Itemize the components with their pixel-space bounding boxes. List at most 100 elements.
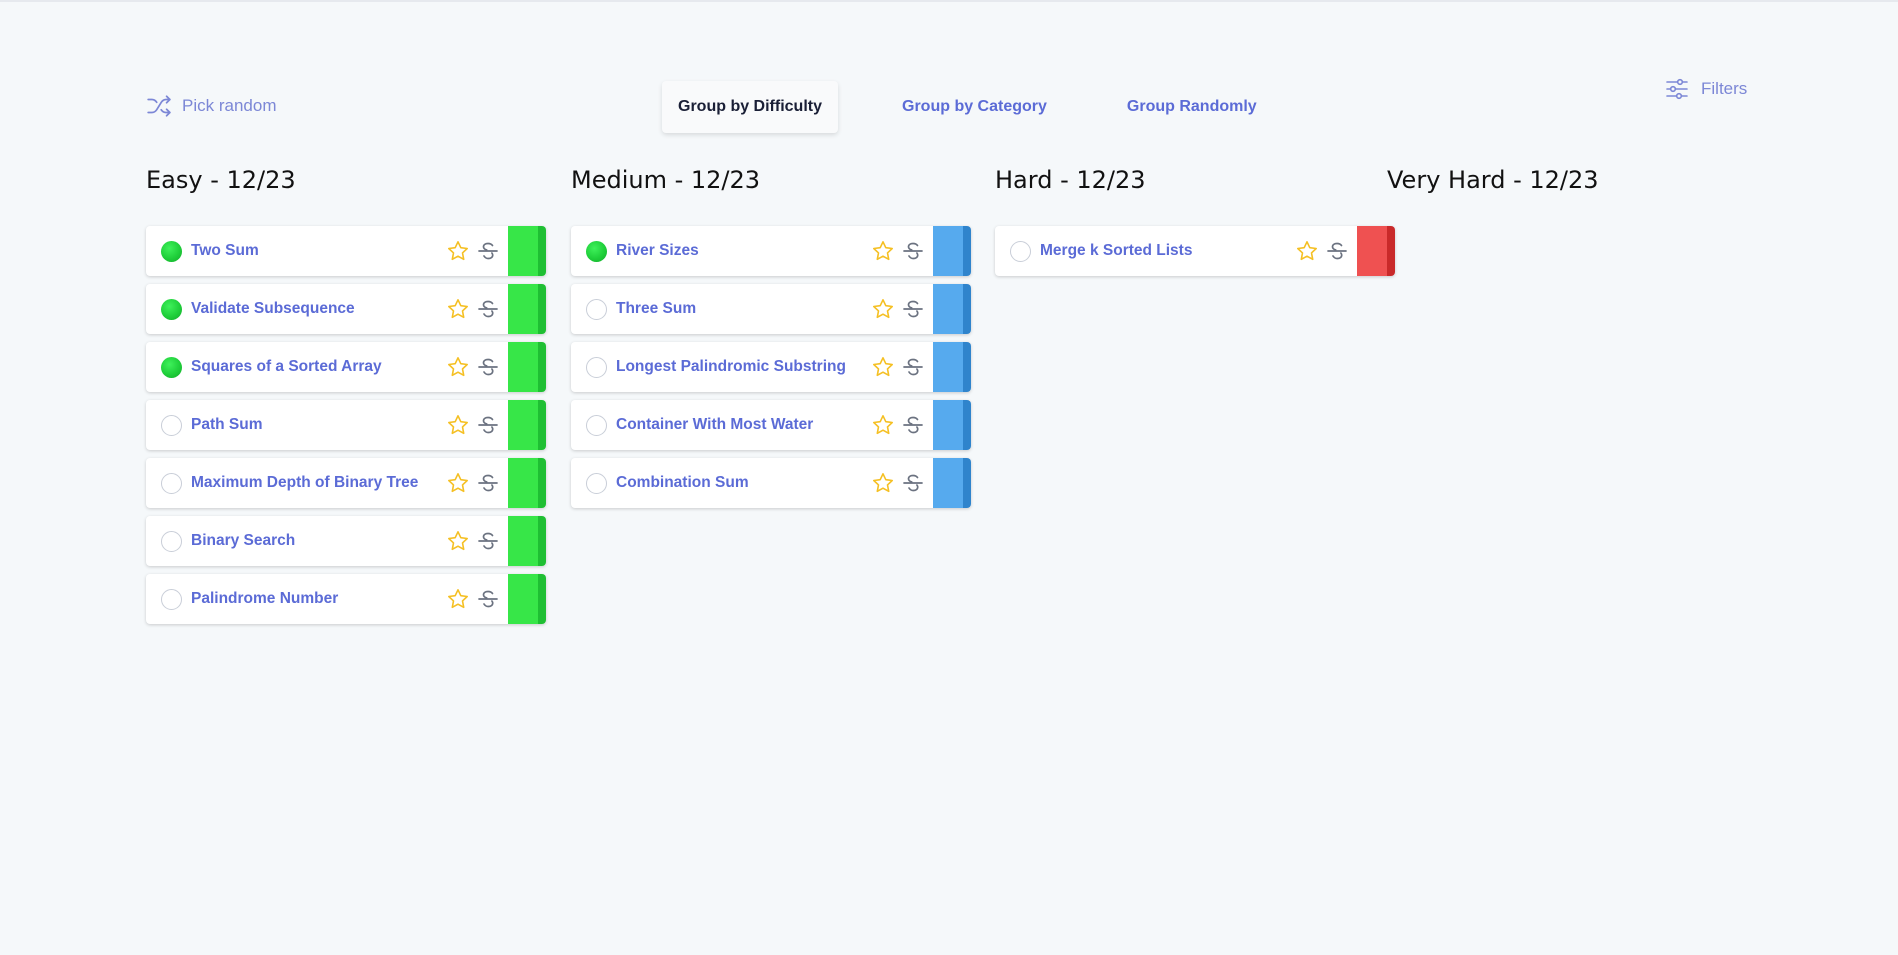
- column-hard: Hard - 12/23 Merge k Sorted Lists: [995, 165, 1395, 284]
- completion-toggle[interactable]: [586, 299, 607, 320]
- pick-random-label: Pick random: [182, 96, 277, 115]
- completion-toggle[interactable]: [586, 357, 607, 378]
- strikethrough-icon[interactable]: [476, 239, 500, 263]
- problem-card[interactable]: Maximum Depth of Binary Tree: [146, 458, 546, 508]
- strikethrough-icon[interactable]: [476, 529, 500, 553]
- column-title: Very Hard - 12/23: [1387, 166, 1599, 194]
- problem-list: River Sizes Three Sum Longest Palindromi…: [571, 226, 971, 508]
- strikethrough-icon[interactable]: [1325, 239, 1349, 263]
- strikethrough-icon[interactable]: [476, 413, 500, 437]
- column-title: Medium - 12/23: [571, 166, 761, 194]
- problem-card[interactable]: Path Sum: [146, 400, 546, 450]
- completion-toggle[interactable]: [586, 415, 607, 436]
- star-icon[interactable]: [446, 355, 470, 379]
- difficulty-bar: [933, 400, 971, 450]
- difficulty-bar: [933, 342, 971, 392]
- star-icon[interactable]: [1295, 239, 1319, 263]
- completion-toggle[interactable]: [161, 241, 182, 262]
- difficulty-bar: [933, 458, 971, 508]
- shuffle-icon: [147, 95, 171, 117]
- tab-group-randomly[interactable]: Group Randomly: [1127, 81, 1257, 133]
- difficulty-bar: [508, 458, 546, 508]
- completion-toggle[interactable]: [586, 473, 607, 494]
- star-icon[interactable]: [871, 471, 895, 495]
- star-icon[interactable]: [446, 529, 470, 553]
- problem-list: Two Sum Validate Subsequence Squares of …: [146, 226, 546, 624]
- column-title: Easy - 12/23: [146, 166, 296, 194]
- problem-title[interactable]: Palindrome Number: [191, 590, 338, 608]
- problem-card[interactable]: Palindrome Number: [146, 574, 546, 624]
- problem-title[interactable]: Three Sum: [616, 300, 696, 318]
- star-icon[interactable]: [871, 239, 895, 263]
- star-icon[interactable]: [871, 297, 895, 321]
- column-medium: Medium - 12/23 River Sizes Three Sum Lon…: [571, 165, 971, 516]
- problem-title[interactable]: Validate Subsequence: [191, 300, 355, 318]
- problem-title[interactable]: Merge k Sorted Lists: [1040, 242, 1192, 260]
- problem-card[interactable]: Merge k Sorted Lists: [995, 226, 1395, 276]
- column-easy: Easy - 12/23 Two Sum Validate Subsequenc…: [146, 165, 546, 632]
- problem-card[interactable]: River Sizes: [571, 226, 971, 276]
- problem-title[interactable]: Maximum Depth of Binary Tree: [191, 474, 418, 492]
- column-very-hard: Very Hard - 12/23: [1387, 165, 1787, 226]
- difficulty-bar: [508, 226, 546, 276]
- problem-card[interactable]: Container With Most Water: [571, 400, 971, 450]
- problem-title[interactable]: River Sizes: [616, 242, 699, 260]
- pick-random-button[interactable]: Pick random: [146, 93, 276, 119]
- problem-card[interactable]: Two Sum: [146, 226, 546, 276]
- tab-group-by-difficulty[interactable]: Group by Difficulty: [662, 81, 838, 133]
- problem-title[interactable]: Longest Palindromic Substring: [616, 358, 846, 376]
- difficulty-bar: [508, 574, 546, 624]
- completion-toggle[interactable]: [161, 299, 182, 320]
- difficulty-bar: [508, 284, 546, 334]
- difficulty-bar: [933, 226, 971, 276]
- problem-card[interactable]: Longest Palindromic Substring: [571, 342, 971, 392]
- completion-toggle[interactable]: [586, 241, 607, 262]
- difficulty-bar: [508, 342, 546, 392]
- column-title: Hard - 12/23: [995, 166, 1146, 194]
- problem-card[interactable]: Squares of a Sorted Array: [146, 342, 546, 392]
- completion-toggle[interactable]: [161, 357, 182, 378]
- strikethrough-icon[interactable]: [901, 355, 925, 379]
- problem-card[interactable]: Combination Sum: [571, 458, 971, 508]
- star-icon[interactable]: [446, 239, 470, 263]
- star-icon[interactable]: [446, 297, 470, 321]
- problem-title[interactable]: Combination Sum: [616, 474, 749, 492]
- strikethrough-icon[interactable]: [901, 413, 925, 437]
- sliders-icon: [1666, 78, 1688, 100]
- star-icon[interactable]: [871, 355, 895, 379]
- strikethrough-icon[interactable]: [901, 297, 925, 321]
- strikethrough-icon[interactable]: [476, 587, 500, 611]
- completion-toggle[interactable]: [161, 589, 182, 610]
- strikethrough-icon[interactable]: [476, 297, 500, 321]
- difficulty-bar: [1357, 226, 1395, 276]
- problem-title[interactable]: Squares of a Sorted Array: [191, 358, 382, 376]
- difficulty-bar: [508, 516, 546, 566]
- completion-toggle[interactable]: [161, 415, 182, 436]
- problem-card[interactable]: Validate Subsequence: [146, 284, 546, 334]
- problem-card[interactable]: Three Sum: [571, 284, 971, 334]
- completion-toggle[interactable]: [1010, 241, 1031, 262]
- problem-title[interactable]: Container With Most Water: [616, 416, 813, 434]
- star-icon[interactable]: [446, 413, 470, 437]
- problem-card[interactable]: Binary Search: [146, 516, 546, 566]
- strikethrough-icon[interactable]: [476, 355, 500, 379]
- strikethrough-icon[interactable]: [901, 471, 925, 495]
- toolbar: Pick random Group by Difficulty Group by…: [0, 0, 1898, 150]
- star-icon[interactable]: [446, 587, 470, 611]
- strikethrough-icon[interactable]: [476, 471, 500, 495]
- problem-title[interactable]: Two Sum: [191, 242, 259, 260]
- problem-list: Merge k Sorted Lists: [995, 226, 1395, 276]
- completion-toggle[interactable]: [161, 473, 182, 494]
- star-icon[interactable]: [871, 413, 895, 437]
- tab-group-by-category[interactable]: Group by Category: [902, 81, 1047, 133]
- star-icon[interactable]: [446, 471, 470, 495]
- difficulty-bar: [508, 400, 546, 450]
- problem-title[interactable]: Binary Search: [191, 532, 295, 550]
- group-tabs: Group by Difficulty Group by Category Gr…: [662, 81, 1257, 133]
- filters-label: Filters: [1701, 79, 1748, 98]
- filters-button[interactable]: Filters: [1665, 77, 1747, 101]
- completion-toggle[interactable]: [161, 531, 182, 552]
- difficulty-bar: [933, 284, 971, 334]
- strikethrough-icon[interactable]: [901, 239, 925, 263]
- problem-title[interactable]: Path Sum: [191, 416, 262, 434]
